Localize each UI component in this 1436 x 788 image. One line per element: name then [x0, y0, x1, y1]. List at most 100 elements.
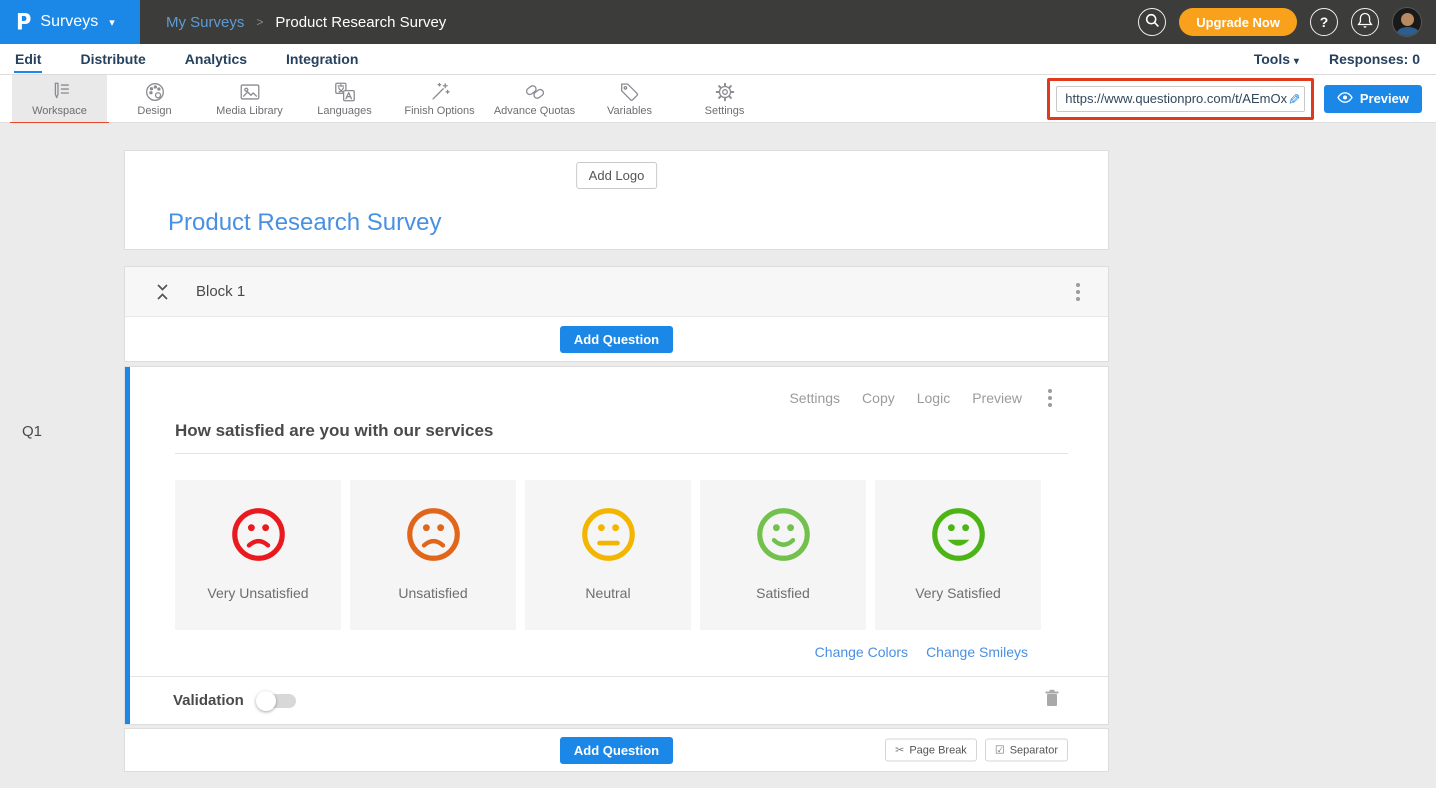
- tabrow-right: Tools ▾ Responses: 0: [1254, 51, 1420, 67]
- workspace-icon: [48, 80, 72, 104]
- separator-button[interactable]: ☑ Separator: [985, 739, 1068, 762]
- smiley-option-satisfied[interactable]: Satisfied: [700, 480, 866, 630]
- workspace-canvas: Q1 Add Logo Product Research Survey Bloc…: [0, 123, 1436, 787]
- smiley-scale: Very Unsatisfied Unsatisfied Neutral Satisf…: [175, 480, 1108, 630]
- product-name: Surveys: [40, 13, 98, 31]
- block-name[interactable]: Block 1: [196, 283, 245, 300]
- smiley-option-label: Very Unsatisfied: [207, 585, 308, 601]
- eye-icon: [1337, 91, 1353, 106]
- delete-question-trash-icon[interactable]: [1044, 689, 1060, 712]
- chevron-down-icon: ▾: [1294, 56, 1299, 67]
- add-question-button-bottom[interactable]: Add Question: [560, 737, 673, 764]
- block-footer: Add Question ✂ Page Break ☑ Separator: [125, 729, 1108, 771]
- advance-quotas-link-icon: [523, 80, 547, 104]
- survey-column: Add Logo Product Research Survey Block 1…: [125, 151, 1108, 771]
- top-bar: P Surveys ▾ My Surveys > Product Researc…: [0, 0, 1436, 44]
- media-library-icon: [238, 80, 262, 104]
- question-actions: Settings Copy Logic Preview: [130, 367, 1108, 411]
- add-question-row-top: Add Question: [125, 317, 1108, 361]
- preview-button[interactable]: Preview: [1324, 85, 1422, 113]
- help-button[interactable]: ?: [1310, 8, 1338, 36]
- toolbar-item-design[interactable]: Design: [107, 75, 202, 122]
- breadcrumb-separator-icon: >: [256, 15, 263, 29]
- toolbar-item-settings[interactable]: Settings: [677, 75, 772, 122]
- settings-gear-icon: [713, 80, 737, 104]
- tab-edit[interactable]: Edit: [14, 46, 42, 73]
- questionpro-logo-icon: P: [16, 9, 31, 34]
- design-palette-icon: [143, 80, 167, 104]
- survey-url-field: ✎: [1056, 86, 1305, 112]
- smiley-option-very-satisfied[interactable]: Very Satisfied: [875, 480, 1041, 630]
- checkbox-icon: ☑: [995, 744, 1005, 757]
- neutral-face-icon: [580, 480, 637, 568]
- notifications-button[interactable]: [1351, 8, 1379, 36]
- question-mark-icon: ?: [1320, 14, 1329, 30]
- toolbar-item-variables[interactable]: Variables: [582, 75, 677, 122]
- search-button[interactable]: [1138, 8, 1166, 36]
- smiley-option-unsatisfied[interactable]: Unsatisfied: [350, 480, 516, 630]
- toolbar-item-languages[interactable]: Languages: [297, 75, 392, 122]
- question-text[interactable]: How satisfied are you with our services: [175, 421, 1068, 454]
- tab-distribute[interactable]: Distribute: [79, 46, 146, 73]
- question-index-label: Q1: [22, 423, 42, 440]
- smiley-links: Change Colors Change Smileys: [130, 630, 1108, 677]
- edit-url-pencil-icon[interactable]: ✎: [1285, 92, 1303, 105]
- block-card: Block 1 Add Question: [125, 267, 1108, 361]
- languages-icon: [333, 80, 357, 104]
- user-avatar[interactable]: [1392, 7, 1422, 37]
- tab-integration[interactable]: Integration: [285, 46, 359, 73]
- edit-toolbar: WorkspaceDesignMedia LibraryLanguagesFin…: [0, 75, 1436, 123]
- add-logo-button[interactable]: Add Logo: [576, 162, 658, 189]
- validation-row: Validation: [130, 677, 1108, 724]
- bell-icon: [1357, 12, 1373, 32]
- satisfied-face-icon: [755, 480, 812, 568]
- smiley-option-very-unsatisfied[interactable]: Very Unsatisfied: [175, 480, 341, 630]
- collapse-block-icon[interactable]: [155, 284, 170, 300]
- survey-url-highlight-annotation: ✎: [1047, 78, 1314, 120]
- question-action-preview[interactable]: Preview: [972, 390, 1022, 406]
- very-unsatisfied-face-icon: [230, 480, 287, 568]
- question-options-menu-icon[interactable]: [1044, 385, 1056, 411]
- variables-tag-icon: [618, 80, 642, 104]
- block-options-menu-icon[interactable]: [1072, 279, 1084, 305]
- upgrade-now-button[interactable]: Upgrade Now: [1179, 8, 1297, 36]
- question-card: Settings Copy Logic Preview How satisfied a…: [125, 367, 1108, 724]
- smiley-option-neutral[interactable]: Neutral: [525, 480, 691, 630]
- survey-title[interactable]: Product Research Survey: [168, 209, 441, 237]
- topbar-actions: Upgrade Now ?: [1138, 7, 1436, 37]
- question-action-logic[interactable]: Logic: [917, 390, 950, 406]
- smiley-option-label: Neutral: [585, 585, 630, 601]
- survey-header-card: Add Logo Product Research Survey: [125, 151, 1108, 249]
- change-colors-link[interactable]: Change Colors: [815, 644, 908, 660]
- toolbar-item-workspace[interactable]: Workspace: [12, 75, 107, 122]
- validation-toggle[interactable]: [258, 694, 296, 708]
- tools-menu[interactable]: Tools ▾: [1254, 51, 1299, 67]
- add-question-button-top[interactable]: Add Question: [560, 326, 673, 353]
- surveys-menu[interactable]: P Surveys ▾: [0, 0, 140, 44]
- very-satisfied-face-icon: [930, 480, 987, 568]
- change-smileys-link[interactable]: Change Smileys: [926, 644, 1028, 660]
- tab-analytics[interactable]: Analytics: [184, 46, 248, 73]
- responses-count[interactable]: Responses: 0: [1329, 51, 1420, 67]
- breadcrumb: My Surveys > Product Research Survey: [166, 14, 446, 31]
- search-icon: [1145, 13, 1160, 31]
- toolbar-right: ✎ Preview: [1047, 75, 1436, 122]
- question-action-copy[interactable]: Copy: [862, 390, 895, 406]
- footer-right-buttons: ✂ Page Break ☑ Separator: [885, 739, 1068, 762]
- avatar-photo: [1401, 13, 1414, 26]
- smiley-option-label: Unsatisfied: [398, 585, 467, 601]
- toolbar-item-advance-quotas[interactable]: Advance Quotas: [487, 75, 582, 122]
- smiley-option-label: Very Satisfied: [915, 585, 1001, 601]
- toolbar-item-finish-options[interactable]: Finish Options: [392, 75, 487, 122]
- scissors-icon: ✂: [895, 744, 904, 757]
- question-action-settings[interactable]: Settings: [789, 390, 840, 406]
- page-break-button[interactable]: ✂ Page Break: [885, 739, 977, 762]
- unsatisfied-face-icon: [405, 480, 462, 568]
- toolbar-item-media-library[interactable]: Media Library: [202, 75, 297, 122]
- block-header: Block 1: [125, 267, 1108, 317]
- survey-url-input[interactable]: [1065, 91, 1287, 106]
- smiley-option-label: Satisfied: [756, 585, 810, 601]
- breadcrumb-my-surveys[interactable]: My Surveys: [166, 14, 244, 31]
- finish-options-wand-icon: [428, 80, 452, 104]
- tab-list: Edit Distribute Analytics Integration: [14, 46, 359, 73]
